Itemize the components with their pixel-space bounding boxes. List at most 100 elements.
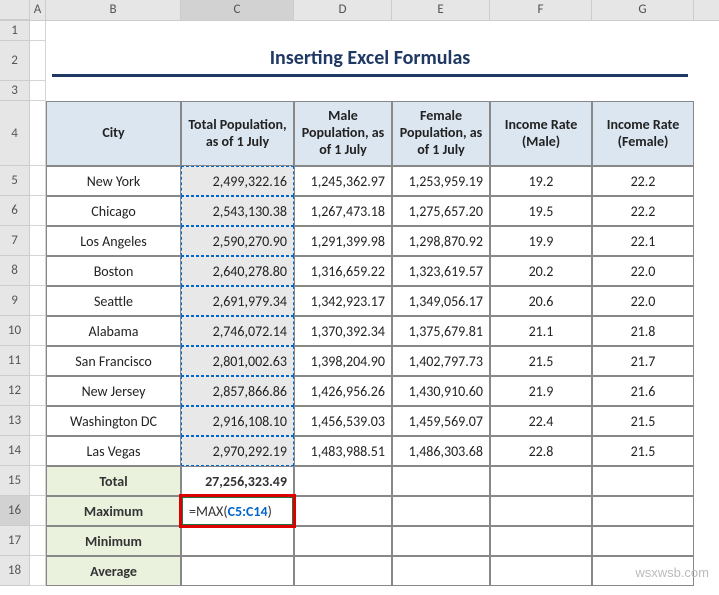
city-cell[interactable]: Chicago: [46, 196, 181, 226]
male-pop-cell[interactable]: 1,456,539.03: [294, 406, 392, 436]
summary-avg-label[interactable]: Average: [46, 556, 181, 586]
city-cell[interactable]: San Francisco: [46, 346, 181, 376]
cell-A11[interactable]: [30, 346, 46, 376]
row-header-5[interactable]: 5: [0, 166, 30, 196]
cell-C17[interactable]: [181, 526, 294, 556]
total-pop-cell[interactable]: 2,691,979.34: [181, 286, 294, 316]
row-header-1[interactable]: 1: [0, 21, 30, 41]
cell-F1[interactable]: [490, 21, 592, 41]
total-pop-cell[interactable]: 2,590,270.90: [181, 226, 294, 256]
col-header-A[interactable]: A: [30, 0, 46, 20]
summary-min-label[interactable]: Minimum: [46, 526, 181, 556]
income-female-cell[interactable]: 21.5: [592, 406, 694, 436]
income-female-cell[interactable]: 21.8: [592, 316, 694, 346]
cell-A9[interactable]: [30, 286, 46, 316]
income-female-cell[interactable]: 21.5: [592, 436, 694, 466]
total-pop-cell[interactable]: 2,801,002.63: [181, 346, 294, 376]
row-header-16[interactable]: 16: [0, 496, 30, 526]
income-female-cell[interactable]: 21.7: [592, 346, 694, 376]
header-city[interactable]: City: [46, 101, 181, 166]
total-pop-cell[interactable]: 2,640,278.80: [181, 256, 294, 286]
cell-A4[interactable]: [30, 101, 46, 166]
row-header-4[interactable]: 4: [0, 101, 30, 166]
cell-G17[interactable]: [592, 526, 694, 556]
header-total-pop[interactable]: Total Population, as of 1 July: [181, 101, 294, 166]
summary-max-label[interactable]: Maximum: [46, 496, 181, 526]
col-header-C[interactable]: C: [181, 0, 294, 20]
male-pop-cell[interactable]: 1,316,659.22: [294, 256, 392, 286]
total-pop-cell[interactable]: 2,499,322.16: [181, 166, 294, 196]
cell-D16[interactable]: [294, 496, 392, 526]
female-pop-cell[interactable]: 1,459,569.07: [392, 406, 490, 436]
cell-A17[interactable]: [30, 526, 46, 556]
total-pop-cell[interactable]: 2,543,130.38: [181, 196, 294, 226]
header-income-male[interactable]: Income Rate (Male): [490, 101, 592, 166]
col-header-E[interactable]: E: [392, 0, 490, 20]
header-income-female[interactable]: Income Rate (Female): [592, 101, 694, 166]
female-pop-cell[interactable]: 1,323,619.57: [392, 256, 490, 286]
cell-D18[interactable]: [294, 556, 392, 586]
cell-C18[interactable]: [181, 556, 294, 586]
cell-A7[interactable]: [30, 226, 46, 256]
female-pop-cell[interactable]: 1,375,679.81: [392, 316, 490, 346]
row-header-11[interactable]: 11: [0, 346, 30, 376]
income-male-cell[interactable]: 21.5: [490, 346, 592, 376]
row-header-7[interactable]: 7: [0, 226, 30, 256]
city-cell[interactable]: Alabama: [46, 316, 181, 346]
header-male-pop[interactable]: Male Population, as of 1 July: [294, 101, 392, 166]
total-pop-cell[interactable]: 2,970,292.19: [181, 436, 294, 466]
cell-A13[interactable]: [30, 406, 46, 436]
female-pop-cell[interactable]: 1,486,303.68: [392, 436, 490, 466]
header-female-pop[interactable]: Female Population, as of 1 July: [392, 101, 490, 166]
cell-D17[interactable]: [294, 526, 392, 556]
cell-G15[interactable]: [592, 466, 694, 496]
cell-A15[interactable]: [30, 466, 46, 496]
cell-A3[interactable]: [30, 81, 46, 101]
female-pop-cell[interactable]: 1,253,959.19: [392, 166, 490, 196]
male-pop-cell[interactable]: 1,398,204.90: [294, 346, 392, 376]
male-pop-cell[interactable]: 1,370,392.34: [294, 316, 392, 346]
row-header-2[interactable]: 2: [0, 41, 30, 81]
select-all-corner[interactable]: [0, 0, 30, 20]
cell-F18[interactable]: [490, 556, 592, 586]
city-cell[interactable]: Los Angeles: [46, 226, 181, 256]
cell-A18[interactable]: [30, 556, 46, 586]
male-pop-cell[interactable]: 1,267,473.18: [294, 196, 392, 226]
cell-F16[interactable]: [490, 496, 592, 526]
city-cell[interactable]: Washington DC: [46, 406, 181, 436]
cell-E18[interactable]: [392, 556, 490, 586]
income-male-cell[interactable]: 22.4: [490, 406, 592, 436]
cell-E16[interactable]: [392, 496, 490, 526]
cell-E15[interactable]: [392, 466, 490, 496]
row-header-9[interactable]: 9: [0, 286, 30, 316]
cell-F15[interactable]: [490, 466, 592, 496]
income-female-cell[interactable]: 22.2: [592, 196, 694, 226]
cell-A1[interactable]: [30, 21, 46, 41]
cell-F17[interactable]: [490, 526, 592, 556]
row-header-18[interactable]: 18: [0, 556, 30, 586]
income-male-cell[interactable]: 19.2: [490, 166, 592, 196]
cell-A5[interactable]: [30, 166, 46, 196]
city-cell[interactable]: New Jersey: [46, 376, 181, 406]
summary-total-value[interactable]: 27,256,323.49: [181, 466, 294, 496]
col-header-G[interactable]: G: [592, 0, 694, 20]
cell-A8[interactable]: [30, 256, 46, 286]
row-header-8[interactable]: 8: [0, 256, 30, 286]
col-header-B[interactable]: B: [46, 0, 181, 20]
cell-G16[interactable]: [592, 496, 694, 526]
total-pop-cell[interactable]: 2,916,108.10: [181, 406, 294, 436]
row-header-10[interactable]: 10: [0, 316, 30, 346]
row-header-12[interactable]: 12: [0, 376, 30, 406]
row-header-6[interactable]: 6: [0, 196, 30, 226]
income-female-cell[interactable]: 21.6: [592, 376, 694, 406]
income-female-cell[interactable]: 22.0: [592, 286, 694, 316]
income-male-cell[interactable]: 21.9: [490, 376, 592, 406]
cell-C3[interactable]: [181, 81, 294, 101]
cell-D3[interactable]: [294, 81, 392, 101]
cell-E17[interactable]: [392, 526, 490, 556]
male-pop-cell[interactable]: 1,291,399.98: [294, 226, 392, 256]
income-male-cell[interactable]: 21.1: [490, 316, 592, 346]
income-male-cell[interactable]: 19.5: [490, 196, 592, 226]
col-header-F[interactable]: F: [490, 0, 592, 20]
summary-total-label[interactable]: Total: [46, 466, 181, 496]
